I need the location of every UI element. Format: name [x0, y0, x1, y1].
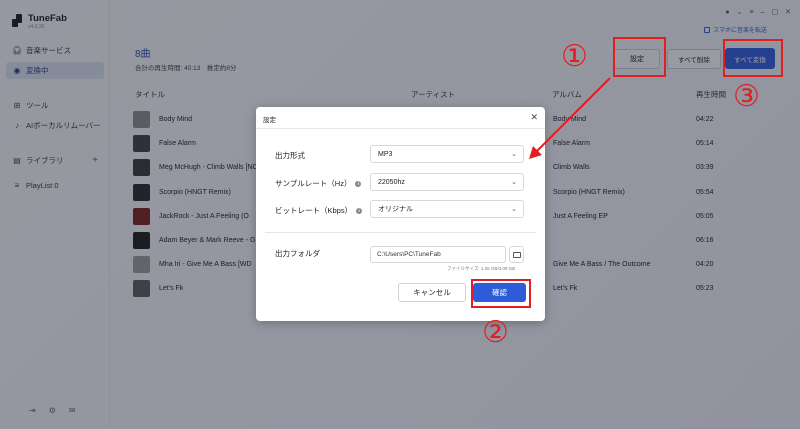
- arrow-line: [535, 77, 611, 153]
- annotation-arrow: [529, 77, 611, 159]
